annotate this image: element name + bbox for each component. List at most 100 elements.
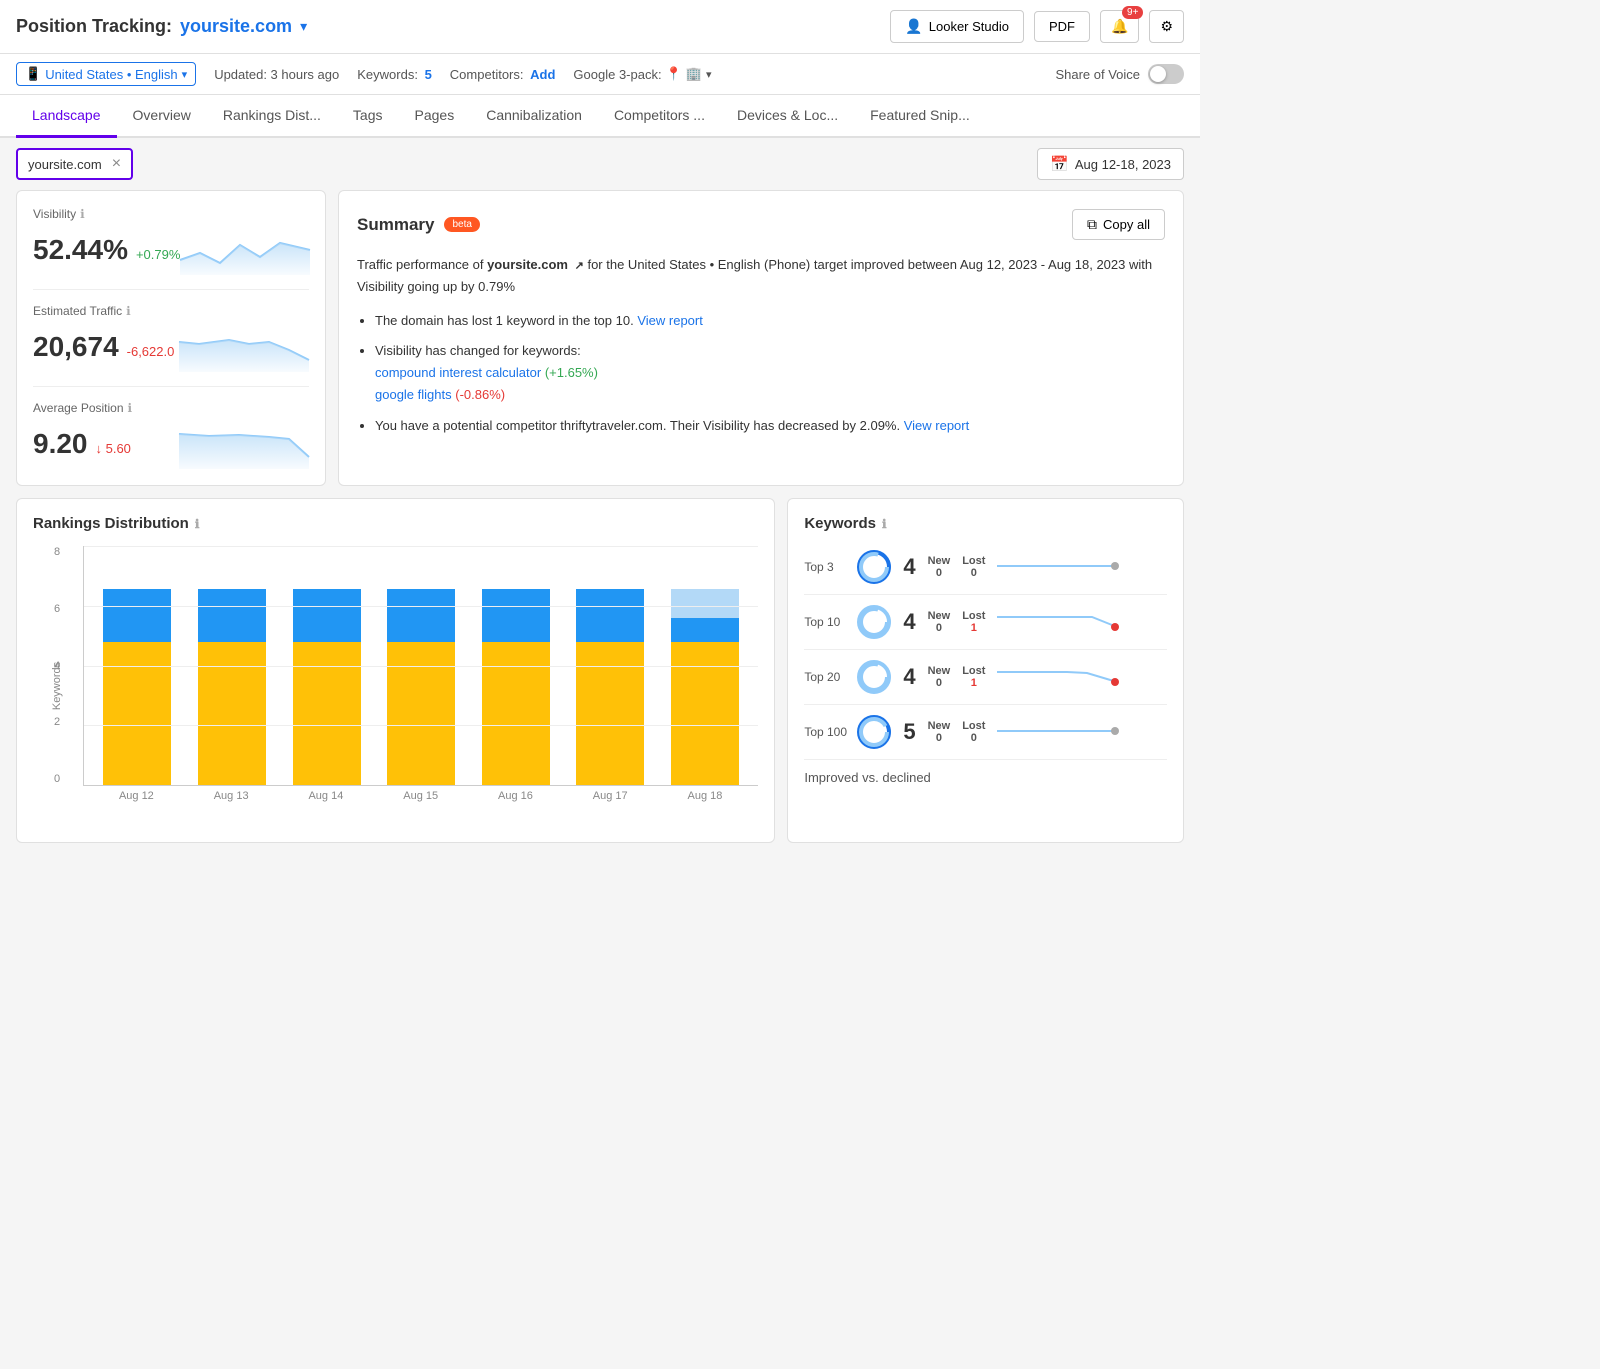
keyword-link-1[interactable]: compound interest calculator <box>375 365 541 380</box>
top10-new-lost: New 0 Lost 1 <box>928 610 986 634</box>
keyword-link-2[interactable]: google flights <box>375 387 452 402</box>
filter-row: yoursite.com × 📅 Aug 12-18, 2023 <box>0 138 1200 190</box>
traffic-change: -6,622.0 <box>127 344 175 359</box>
summary-panel: Summary beta ⧉ Copy all Traffic performa… <box>338 190 1184 486</box>
keyword-row-top3: Top 3 4 New 0 Lost 0 <box>804 540 1167 595</box>
notification-badge: 9+ <box>1122 6 1143 19</box>
competitors-info: Competitors: Add <box>450 67 556 82</box>
top10-label: Top 10 <box>804 615 849 629</box>
site-tag-text: yoursite.com <box>28 157 102 172</box>
tab-rankings-dist[interactable]: Rankings Dist... <box>207 95 337 138</box>
main-top: Visibility ℹ 52.44% +0.79% Estimated Tra… <box>0 190 1200 498</box>
summary-body: Traffic performance of yoursite.com ↗ fo… <box>357 254 1165 437</box>
traffic-metric: Estimated Traffic ℹ 20,674 -6,622.0 <box>33 290 309 387</box>
header-site[interactable]: yoursite.com <box>180 16 292 37</box>
top3-ring <box>857 550 891 584</box>
traffic-label: Estimated Traffic ℹ <box>33 304 309 318</box>
position-sparkline <box>179 419 309 469</box>
keywords-info: Keywords: 5 <box>357 67 432 82</box>
top100-label: Top 100 <box>804 725 849 739</box>
header-title: Position Tracking: <box>16 16 172 37</box>
summary-site[interactable]: yoursite.com ↗ <box>487 257 587 272</box>
view-report-link-2[interactable]: View report <box>904 418 970 433</box>
nav-tabs: Landscape Overview Rankings Dist... Tags… <box>0 95 1200 138</box>
position-change: ↓ 5.60 <box>96 441 131 456</box>
keyword-row-top100: Top 100 5 New 0 Lost 0 <box>804 705 1167 760</box>
top3-label: Top 3 <box>804 560 849 574</box>
settings-button[interactable]: ⚙ <box>1149 10 1184 43</box>
top20-ring <box>857 660 891 694</box>
top20-sparkline <box>997 664 1167 691</box>
external-link-icon: ↗ <box>575 260 584 272</box>
position-info-icon[interactable]: ℹ <box>128 401 133 415</box>
top10-sparkline <box>997 609 1167 636</box>
traffic-info-icon[interactable]: ℹ <box>126 304 131 318</box>
x-labels: Aug 12 Aug 13 Aug 14 Aug 15 Aug 16 Aug 1… <box>83 786 758 802</box>
tab-overview[interactable]: Overview <box>117 95 207 138</box>
notification-button[interactable]: 🔔 9+ <box>1100 10 1139 43</box>
header: Position Tracking: yoursite.com ▾ 👤 Look… <box>0 0 1200 54</box>
bell-icon: 🔔 <box>1111 18 1128 34</box>
metrics-panel: Visibility ℹ 52.44% +0.79% Estimated Tra… <box>16 190 326 486</box>
visibility-label: Visibility ℹ <box>33 207 309 221</box>
tab-cannibalization[interactable]: Cannibalization <box>470 95 598 138</box>
visibility-metric: Visibility ℹ 52.44% +0.79% <box>33 207 309 290</box>
tab-landscape[interactable]: Landscape <box>16 95 117 138</box>
calendar-icon: 📅 <box>1050 155 1069 173</box>
keywords-count[interactable]: 5 <box>425 67 432 82</box>
visibility-sparkline <box>180 225 310 275</box>
header-right: 👤 Looker Studio PDF 🔔 9+ ⚙ <box>890 10 1184 43</box>
top10-ring <box>857 605 891 639</box>
chart-container: Keywords 8 6 4 2 0 <box>33 546 758 826</box>
position-label: Average Position ℹ <box>33 401 309 415</box>
tab-competitors[interactable]: Competitors ... <box>598 95 721 138</box>
tab-featured-snip[interactable]: Featured Snip... <box>854 95 986 138</box>
header-left: Position Tracking: yoursite.com ▾ <box>16 16 307 37</box>
rankings-panel: Rankings Distribution ℹ Keywords 8 6 4 2… <box>16 498 775 843</box>
top10-count: 4 <box>903 609 915 635</box>
phone-icon: 📱 <box>25 66 41 82</box>
location-pin-icon: 📍 <box>666 66 682 82</box>
top3-count: 4 <box>903 554 915 580</box>
close-icon[interactable]: × <box>112 155 121 173</box>
top100-new-lost: New 0 Lost 0 <box>928 720 986 744</box>
keyword-row-top10: Top 10 4 New 0 Lost 1 <box>804 595 1167 650</box>
view-report-link-1[interactable]: View report <box>637 313 703 328</box>
share-voice-label: Share of Voice <box>1055 67 1140 82</box>
top100-ring <box>857 715 891 749</box>
lower-content: Rankings Distribution ℹ Keywords 8 6 4 2… <box>0 498 1200 859</box>
google-pack-info: Google 3-pack: 📍 🏢 ▾ <box>573 66 711 82</box>
pdf-button[interactable]: PDF <box>1034 11 1090 42</box>
location-selector[interactable]: 📱 United States • English ▾ <box>16 62 196 86</box>
top3-sparkline <box>997 554 1167 581</box>
info-icon[interactable]: ℹ <box>80 207 85 221</box>
share-of-voice: Share of Voice <box>1055 64 1184 84</box>
top100-count: 5 <box>903 719 915 745</box>
top100-sparkline <box>997 719 1167 746</box>
subheader: 📱 United States • English ▾ Updated: 3 h… <box>0 54 1200 95</box>
summary-bullet-1: The domain has lost 1 keyword in the top… <box>375 310 1165 332</box>
keywords-title: Keywords ℹ <box>804 515 1167 532</box>
top3-new-lost: New 0 Lost 0 <box>928 555 986 579</box>
tab-tags[interactable]: Tags <box>337 95 399 138</box>
keywords-info-icon[interactable]: ℹ <box>882 517 887 531</box>
keyword-row-top20: Top 20 4 New 0 Lost 1 <box>804 650 1167 705</box>
chart-inner: 8 6 4 2 0 <box>83 546 758 786</box>
add-competitor-link[interactable]: Add <box>530 67 555 82</box>
copy-all-button[interactable]: ⧉ Copy all <box>1072 209 1165 240</box>
improved-declined-label: Improved vs. declined <box>804 760 1167 785</box>
rankings-info-icon[interactable]: ℹ <box>195 517 200 531</box>
chevron-down-icon[interactable]: ▾ <box>300 18 307 35</box>
visibility-change: +0.79% <box>136 247 180 262</box>
location-text: United States • English <box>45 67 177 82</box>
gear-icon: ⚙ <box>1160 18 1173 34</box>
tab-pages[interactable]: Pages <box>399 95 471 138</box>
looker-studio-button[interactable]: 👤 Looker Studio <box>890 10 1024 43</box>
share-voice-toggle[interactable] <box>1148 64 1184 84</box>
summary-bullet-3: You have a potential competitor thriftyt… <box>375 415 1165 437</box>
date-range-picker[interactable]: 📅 Aug 12-18, 2023 <box>1037 148 1184 180</box>
site-filter-tag[interactable]: yoursite.com × <box>16 148 133 180</box>
tab-devices-loc[interactable]: Devices & Loc... <box>721 95 854 138</box>
visibility-value: 52.44% +0.79% <box>33 234 180 266</box>
summary-header: Summary beta ⧉ Copy all <box>357 209 1165 240</box>
